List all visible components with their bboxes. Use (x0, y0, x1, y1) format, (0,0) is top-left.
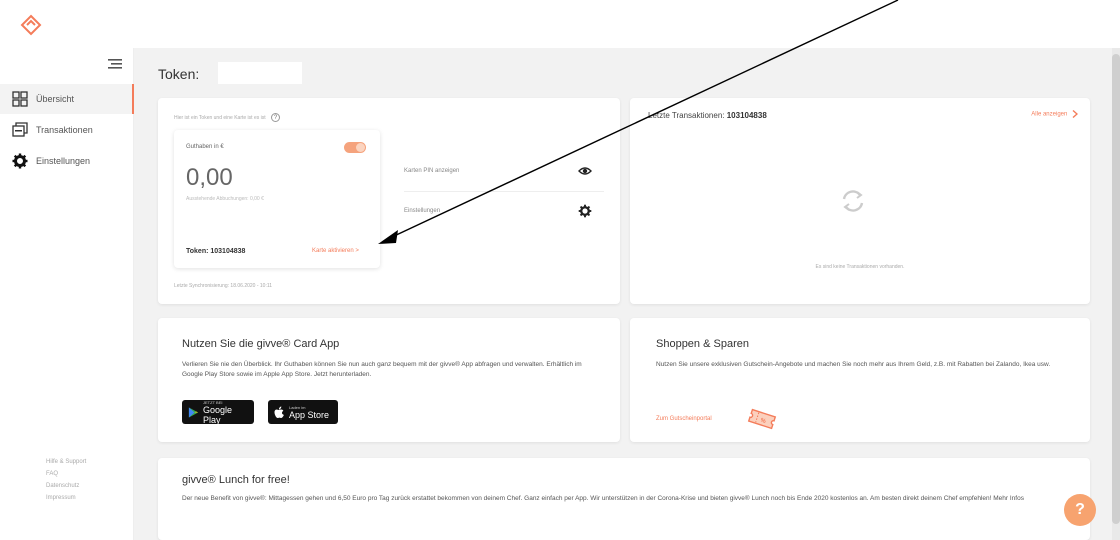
voucher-portal-link[interactable]: Zum Gutscheinportal (656, 416, 712, 422)
transactions-token: 103104838 (726, 111, 767, 120)
show-pin-row[interactable]: Karten PIN anzeigen (404, 152, 604, 192)
help-button[interactable]: ? (1064, 494, 1096, 526)
main-content: Token: Hier ist ein Token und eine Karte… (134, 48, 1120, 540)
show-pin-label: Karten PIN anzeigen (404, 168, 460, 174)
eye-icon[interactable] (578, 164, 592, 178)
gear-icon (12, 153, 28, 169)
token-number: Token: 103104838 (186, 248, 246, 255)
page-title: Token: (158, 66, 200, 82)
lunch-card-text: Der neue Benefit von givve®: Mittagessen… (182, 495, 1024, 502)
sidebar-item-overview[interactable]: Übersicht (0, 84, 134, 114)
last-update: Letzte Synchronisierung: 18.06.2020 - 10… (174, 283, 273, 289)
shop-card-text: Nutzen Sie unsere exklusiven Gutschein-A… (656, 361, 1051, 368)
top-bar (0, 0, 1120, 48)
apple-icon (274, 406, 284, 418)
transactions-title: Letzte Transaktionen: 103104838 (648, 111, 767, 120)
balance-card: Guthaben in € 0,00 Ausstehende Abbuchung… (174, 130, 380, 268)
sidebar: Übersicht Transaktionen Einstellungen Hi… (0, 48, 134, 540)
show-all-link[interactable]: Alle anzeigen (1031, 109, 1079, 119)
grid-icon (12, 91, 28, 107)
google-play-icon (188, 406, 199, 418)
toggle-knob (356, 143, 365, 152)
transactions-icon (12, 122, 28, 137)
app-card-text: Verlieren Sie nie den Überblick. Ihr Gut… (182, 361, 582, 378)
gear-icon[interactable] (578, 204, 592, 218)
refresh-icon (842, 190, 864, 212)
sidebar-item-label: Transaktionen (36, 125, 93, 135)
chevron-right-icon (1072, 109, 1079, 119)
shopping-card: Shoppen & Sparen Nutzen Sie unsere exklu… (630, 318, 1090, 442)
sidebar-item-settings[interactable]: Einstellungen (0, 146, 134, 176)
lunch-card: givve® Lunch for free! Der neue Benefit … (158, 458, 1090, 540)
givve-logo-icon[interactable] (20, 14, 42, 36)
google-play-button[interactable]: JETZT BEI Google Play (182, 400, 254, 425)
app-card-title: Nutzen Sie die givve® Card App (182, 338, 340, 350)
app-store-large: App Store (289, 409, 330, 420)
menu-collapse-icon[interactable] (108, 58, 122, 70)
footer-link-help[interactable]: Hilfe & Support (46, 456, 86, 468)
transactions-card: Letzte Transaktionen: 103104838 Alle anz… (630, 98, 1090, 304)
google-play-large: Google Play (203, 404, 233, 425)
card-lock-toggle[interactable] (344, 142, 366, 153)
footer-links: Hilfe & Support FAQ Datenschutz Impressu… (46, 456, 86, 504)
token-hint-text: Hier ist ein Token und eine Karte ist es… (174, 114, 266, 121)
footer-link-faq[interactable]: FAQ (46, 468, 86, 480)
shop-card-title: Shoppen & Sparen (656, 338, 749, 350)
sidebar-item-transactions[interactable]: Transaktionen (0, 115, 134, 145)
lunch-card-title: givve® Lunch for free! (182, 474, 290, 486)
card-settings-label: Einstellungen (404, 208, 441, 214)
footer-link-imprint[interactable]: Impressum (46, 492, 86, 504)
sidebar-item-label: Übersicht (36, 94, 75, 104)
sidebar-item-label: Einstellungen (36, 156, 91, 166)
app-store-button[interactable]: Laden im App Store (268, 400, 338, 424)
app-promo-card: Nutzen Sie die givve® Card App Verlieren… (158, 318, 620, 442)
pending-amount: Ausstehende Abbuchungen: 0,00 € (186, 196, 264, 202)
balance-value: 0,00 (186, 164, 233, 191)
transactions-title-prefix: Letzte Transaktionen: (648, 111, 725, 120)
balance-label: Guthaben in € (186, 144, 224, 150)
activate-card-link[interactable]: Karte aktivieren > (312, 248, 359, 254)
token-hint: Hier ist ein Token und eine Karte ist es… (174, 113, 281, 122)
redacted-token-field (218, 62, 302, 84)
no-transactions-text: Es sind keine Transaktionen vorhanden. (815, 264, 905, 270)
scrollbar-thumb[interactable] (1112, 54, 1120, 524)
help-icon[interactable]: ? (271, 113, 281, 122)
token-card: Hier ist ein Token und eine Karte ist es… (158, 98, 620, 304)
voucher-ticket-icon: % (747, 408, 777, 430)
show-all-label: Alle anzeigen (1031, 111, 1068, 118)
scrollbar[interactable] (1112, 48, 1120, 540)
card-settings-row[interactable]: Einstellungen (404, 192, 604, 232)
footer-link-privacy[interactable]: Datenschutz (46, 480, 86, 492)
